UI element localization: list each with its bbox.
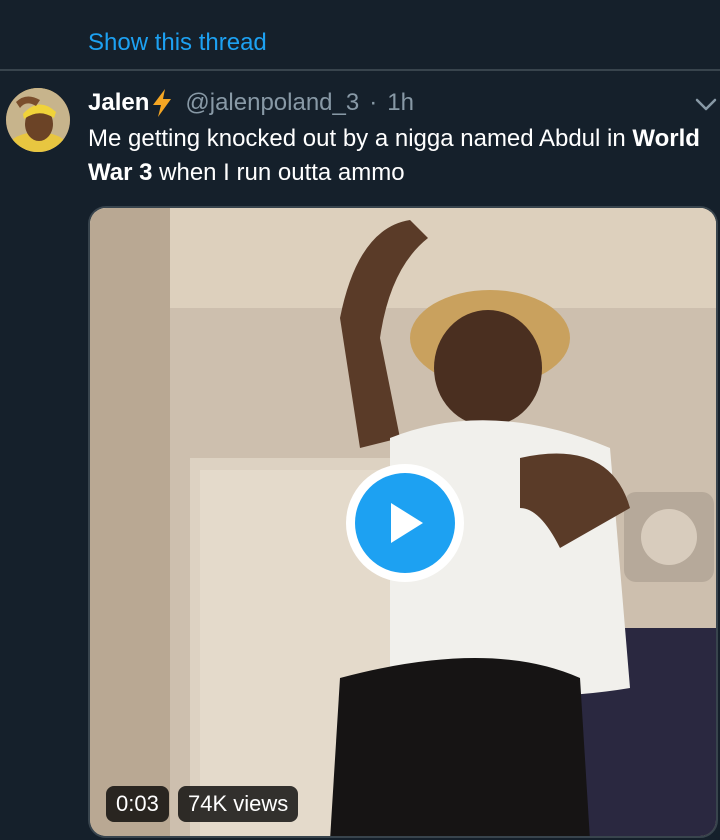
video-duration-badge: 0:03 <box>106 786 169 822</box>
display-name[interactable]: Jalen <box>88 89 149 117</box>
separator-dot: · <box>369 89 378 116</box>
chevron-down-icon[interactable] <box>692 92 720 116</box>
tweet-text: Me getting knocked out by a nigga named … <box>88 122 708 190</box>
user-handle[interactable]: @jalenpoland_3 <box>185 89 359 117</box>
avatar-image <box>6 88 70 152</box>
tweet-text-part2: when I run outta ammo <box>152 159 405 186</box>
avatar[interactable] <box>6 88 70 152</box>
view-count-badge: 74K views <box>178 786 299 822</box>
lightning-bolt-icon <box>151 89 173 117</box>
play-button[interactable] <box>346 464 464 582</box>
tweet-text-part1: Me getting knocked out by a nigga named … <box>88 125 633 152</box>
tweet-timestamp[interactable]: 1h <box>387 89 414 117</box>
video-player[interactable]: 0:03 74K views <box>88 206 718 838</box>
show-thread-link[interactable]: Show this thread <box>88 28 267 58</box>
divider <box>0 69 720 71</box>
play-icon <box>355 473 455 573</box>
show-thread-bar[interactable]: Show this thread <box>0 0 720 70</box>
tweet-header: Jalen @jalenpoland_3 · 1h <box>88 86 414 120</box>
